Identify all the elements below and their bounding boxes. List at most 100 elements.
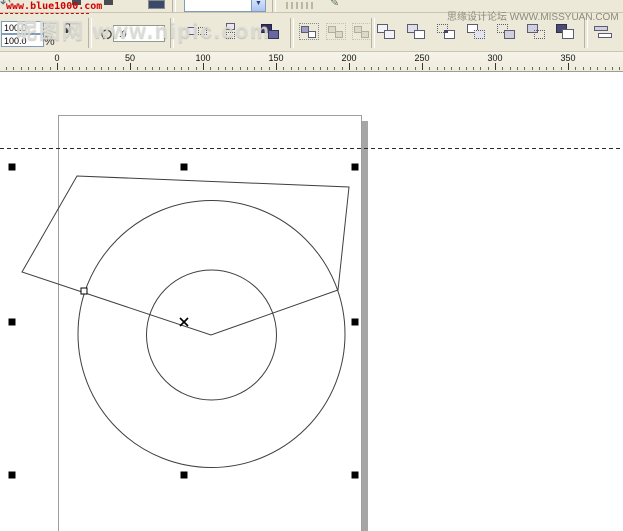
ruler-label: 0: [54, 53, 59, 63]
ruler-tick: [196, 67, 197, 70]
outer-circle[interactable]: [78, 201, 345, 468]
group-icon[interactable]: [298, 22, 320, 41]
selection-handle[interactable]: [9, 164, 16, 171]
rotation-angle-field[interactable]: [113, 25, 165, 42]
ruler-tick: [466, 67, 467, 70]
ruler-tick: [57, 63, 58, 70]
ruler-tick: [349, 63, 350, 70]
ruler-tick: [298, 67, 299, 70]
ruler-tick: [225, 67, 226, 70]
ruler-tick: [13, 67, 14, 70]
ruler-tick: [108, 67, 109, 70]
ruler-tick: [393, 67, 394, 70]
ruler-tick: [429, 67, 430, 70]
ruler-tick: [583, 67, 584, 70]
ruler-tick: [269, 67, 270, 70]
ruler-tick: [342, 67, 343, 70]
ruler-tick: [553, 67, 554, 70]
ruler-label: 300: [487, 53, 502, 63]
ruler-label: 100: [195, 53, 210, 63]
ruler-label: 250: [414, 53, 429, 63]
create-boundary-icon[interactable]: [555, 22, 577, 41]
ruler-tick: [6, 67, 7, 70]
ruler-tick: [371, 67, 372, 70]
ruler-tick: [334, 67, 335, 70]
ruler-tick: [218, 67, 219, 70]
simplify-icon[interactable]: [466, 22, 488, 41]
selection-center-mark[interactable]: [180, 318, 188, 326]
ruler-tick: [327, 67, 328, 70]
selected-polygon[interactable]: [22, 176, 349, 335]
ruler-tick: [28, 67, 29, 70]
ruler-tick: [590, 67, 591, 70]
ruler-tick: [159, 67, 160, 70]
ruler-tick: [400, 67, 401, 70]
mirror-horizontal-icon[interactable]: [186, 22, 208, 41]
ruler-tick: [488, 67, 489, 70]
ruler-tick: [597, 67, 598, 70]
ruler-tick: [188, 67, 189, 70]
ruler-tick: [532, 67, 533, 70]
ruler-tick: [64, 67, 65, 70]
front-minus-back-icon[interactable]: [496, 22, 518, 41]
mirror-vertical-icon[interactable]: [220, 22, 242, 41]
ruler-tick: [145, 67, 146, 70]
pen-settings-icon[interactable]: ✎: [330, 0, 339, 9]
zoom-level-combo[interactable]: ▼: [184, 0, 266, 12]
intersect-icon[interactable]: [436, 22, 458, 41]
ruler-tick: [612, 67, 613, 70]
curve-node[interactable]: [81, 288, 87, 294]
ruler-tick: [480, 67, 481, 70]
chevron-down-icon[interactable]: ▼: [251, 0, 265, 11]
import-icon[interactable]: [148, 0, 165, 9]
align-distribute-icon[interactable]: [592, 22, 614, 41]
selection-handle[interactable]: [352, 164, 359, 171]
drawing-canvas[interactable]: [0, 72, 623, 531]
selection-handle[interactable]: [352, 472, 359, 479]
toolbar-separator: [172, 0, 176, 12]
ruler-tick: [123, 67, 124, 70]
ruler-tick: [115, 67, 116, 70]
trim-icon[interactable]: [406, 22, 428, 41]
selection-handle[interactable]: [181, 472, 188, 479]
lock-ratio-icon[interactable]: [62, 21, 73, 39]
ruler-tick: [561, 67, 562, 70]
ruler-tick: [356, 67, 357, 70]
back-minus-front-icon[interactable]: [526, 22, 548, 41]
selection-handle[interactable]: [9, 472, 16, 479]
undo-icon[interactable]: ↶: [0, 0, 11, 11]
ruler-label: 350: [560, 53, 575, 63]
selection-handle[interactable]: [9, 319, 16, 326]
ruler-tick: [517, 67, 518, 70]
ruler-tick: [137, 67, 138, 70]
ruler-tick: [539, 67, 540, 70]
ruler-tick: [21, 67, 22, 70]
property-bar-separator: [88, 18, 92, 48]
to-front-icon[interactable]: [260, 22, 282, 41]
save-icon[interactable]: [72, 0, 81, 5]
ruler-tick: [422, 63, 423, 70]
ruler-tick: [94, 67, 95, 70]
ruler-tick: [72, 67, 73, 70]
ruler-tick: [203, 63, 204, 70]
property-bar-separator: [170, 18, 174, 48]
ruler-tick: [50, 67, 51, 70]
horizontal-ruler[interactable]: 050100150200250300350: [0, 52, 623, 72]
weld-icon[interactable]: [376, 22, 398, 41]
ruler-tick: [320, 67, 321, 70]
ruler-tick: [210, 67, 211, 70]
percent-label: %: [44, 34, 55, 48]
scale-horizontal-field[interactable]: [1, 21, 44, 34]
selection-handle[interactable]: [352, 319, 359, 326]
ruler-tick: [101, 67, 102, 70]
ruler-tick: [407, 67, 408, 70]
ruler-label: 50: [125, 53, 135, 63]
ruler-tick: [451, 67, 452, 70]
property-bar-separator: [290, 18, 294, 48]
print-icon[interactable]: [104, 0, 113, 5]
toolbar-separator: [272, 0, 276, 12]
scale-vertical-field[interactable]: [1, 34, 44, 47]
ruler-tick: [437, 67, 438, 70]
selection-handle[interactable]: [181, 164, 188, 171]
rotation-icon: [99, 26, 113, 45]
